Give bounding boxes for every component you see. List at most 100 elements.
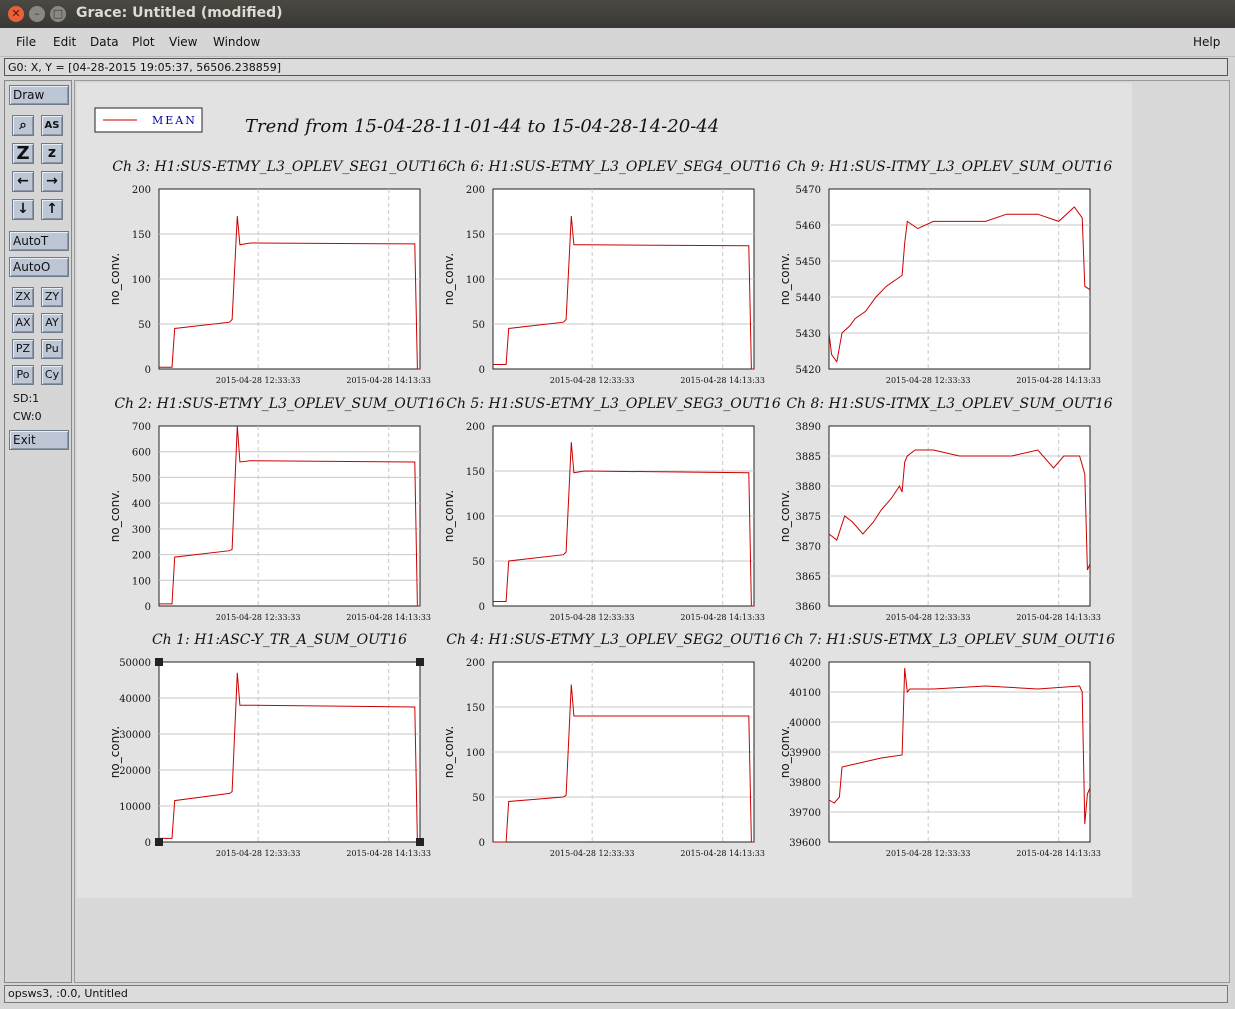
y-tick-label: 5430	[796, 329, 821, 340]
main-title: Trend from 15-04-28-11-01-44 to 15-04-28…	[245, 116, 719, 137]
close-icon: ✕	[11, 7, 21, 20]
y-tick-label: 3870	[796, 542, 821, 553]
chart-4[interactable]: Ch 2: H1:SUS-ETMY_L3_OPLEV_SUM_OUT16 0 100…	[108, 396, 445, 622]
x-tick-label: 2015-04-28 14:13:33	[346, 613, 431, 622]
exit-button[interactable]: Exit	[9, 430, 69, 450]
close-window-button[interactable]: ✕	[8, 6, 24, 22]
y-tick-label: 150	[132, 230, 151, 241]
y-tick-label: 39800	[789, 778, 821, 789]
menu-file[interactable]: File	[16, 35, 36, 49]
menu-help[interactable]: Help	[1193, 35, 1220, 49]
x-tick-label: 2015-04-28 14:13:33	[1016, 849, 1101, 858]
y-axis-label: no_conv.	[778, 253, 792, 305]
y-tick-label: 0	[479, 838, 485, 849]
y-tick-label: 5440	[796, 293, 821, 304]
autoo-button[interactable]: AutoO	[9, 257, 69, 277]
autot-button[interactable]: AutoT	[9, 231, 69, 251]
scroll-left-button[interactable]: ←	[12, 171, 34, 192]
y-axis-label: no_conv.	[442, 726, 456, 778]
menu-data[interactable]: Data	[90, 35, 119, 49]
chart-title: Ch 9: H1:SUS-ITMY_L3_OPLEV_SUM_OUT16	[787, 159, 1113, 175]
x-tick-label: 2015-04-28 14:13:33	[1016, 613, 1101, 622]
y-tick-label: 400	[132, 499, 151, 510]
x-tick-label: 2015-04-28 14:13:33	[1016, 376, 1101, 385]
y-tick-label: 50	[472, 793, 485, 804]
y-tick-label: 3860	[796, 602, 821, 613]
po-button[interactable]: Po	[12, 365, 34, 385]
chart-title: Ch 6: H1:SUS-ETMY_L3_OPLEV_SEG4_OUT16	[446, 159, 781, 175]
maximize-window-button[interactable]: □	[50, 6, 66, 22]
arrow-down-icon: ↓	[17, 201, 29, 217]
selection-handle[interactable]	[416, 838, 424, 846]
y-tick-label: 100	[466, 512, 485, 523]
y-tick-label: 3875	[796, 512, 821, 523]
y-tick-label: 40000	[119, 694, 151, 705]
y-tick-label: 200	[466, 658, 485, 669]
chart-title: Ch 4: H1:SUS-ETMY_L3_OPLEV_SEG2_OUT16	[446, 632, 781, 648]
zoom-in-button[interactable]: Z	[12, 143, 34, 164]
zoom-out-button[interactable]: z	[41, 143, 63, 164]
window-title: Grace: Untitled (modified)	[76, 5, 283, 21]
chart-title: Ch 8: H1:SUS-ITMX_L3_OPLEV_SUM_OUT16	[786, 396, 1112, 412]
menu-bar: File Edit Data Plot View Window Help	[0, 28, 1235, 57]
pz-button[interactable]: PZ	[12, 339, 34, 359]
menu-view[interactable]: View	[169, 35, 197, 49]
y-tick-label: 40200	[789, 658, 821, 669]
zy-button[interactable]: ZY	[41, 287, 63, 307]
y-tick-label: 0	[479, 365, 485, 376]
scroll-down-button[interactable]: ↓	[12, 199, 34, 220]
window-titlebar: ✕ – □ Grace: Untitled (modified)	[0, 0, 1235, 28]
x-tick-label: 2015-04-28 14:13:33	[346, 849, 431, 858]
chart-2[interactable]: Ch 6: H1:SUS-ETMY_L3_OPLEV_SEG4_OUT16 0 50…	[442, 159, 781, 385]
menu-plot[interactable]: Plot	[132, 35, 155, 49]
draw-button[interactable]: Draw	[9, 85, 69, 105]
pu-button[interactable]: Pu	[41, 339, 63, 359]
y-tick-label: 39700	[789, 808, 821, 819]
x-tick-label: 2015-04-28 12:33:33	[216, 376, 301, 385]
zoom-tool-button[interactable]: ⌕	[12, 115, 34, 136]
cy-button[interactable]: Cy	[41, 365, 63, 385]
chart-9[interactable]: Ch 7: H1:SUS-ETMX_L3_OPLEV_SUM_OUT16 3960…	[778, 632, 1115, 858]
menu-window[interactable]: Window	[213, 35, 260, 49]
menu-edit[interactable]: Edit	[53, 35, 76, 49]
x-tick-label: 2015-04-28 12:33:33	[550, 849, 635, 858]
chart-8[interactable]: Ch 4: H1:SUS-ETMY_L3_OPLEV_SEG2_OUT16 0 50…	[442, 632, 781, 858]
selection-handle[interactable]	[155, 658, 163, 666]
autoscale-tool-button[interactable]: AS	[41, 115, 63, 136]
y-tick-label: 100	[132, 576, 151, 587]
y-tick-label: 40000	[789, 718, 821, 729]
chart-title: Ch 3: H1:SUS-ETMY_L3_OPLEV_SEG1_OUT16	[112, 159, 447, 175]
legend: MEAN	[94, 107, 203, 133]
y-axis-label: no_conv.	[778, 490, 792, 542]
y-tick-label: 20000	[119, 766, 151, 777]
graph-canvas[interactable]: MEAN Trend from 15-04-28-11-01-44 to 15-…	[74, 80, 1230, 983]
arrow-up-icon: ↑	[46, 201, 58, 217]
chart-1[interactable]: Ch 3: H1:SUS-ETMY_L3_OPLEV_SEG1_OUT16 0 50…	[108, 159, 447, 385]
maximize-icon: □	[52, 7, 64, 20]
x-tick-label: 2015-04-28 12:33:33	[550, 376, 635, 385]
zoom-out-icon: z	[47, 145, 57, 161]
as-icon: AS	[44, 120, 60, 131]
y-tick-label: 100	[466, 748, 485, 759]
ay-button[interactable]: AY	[41, 313, 63, 333]
y-tick-label: 500	[132, 473, 151, 484]
y-tick-label: 3880	[796, 482, 821, 493]
selection-handle[interactable]	[416, 658, 424, 666]
y-tick-label: 100	[132, 275, 151, 286]
scroll-up-button[interactable]: ↑	[41, 199, 63, 220]
x-tick-label: 2015-04-28 12:33:33	[216, 849, 301, 858]
y-tick-label: 5460	[796, 221, 821, 232]
sd-label: SD:1	[13, 392, 40, 405]
y-tick-label: 40100	[789, 688, 821, 699]
y-tick-label: 10000	[119, 802, 151, 813]
ax-button[interactable]: AX	[12, 313, 34, 333]
zx-button[interactable]: ZX	[12, 287, 34, 307]
y-tick-label: 5470	[796, 185, 821, 196]
scroll-right-button[interactable]: →	[41, 171, 63, 192]
y-axis-label: no_conv.	[108, 253, 122, 305]
selection-handle[interactable]	[155, 838, 163, 846]
x-tick-label: 2015-04-28 14:13:33	[680, 849, 765, 858]
chart-title: Ch 2: H1:SUS-ETMY_L3_OPLEV_SUM_OUT16	[114, 396, 444, 412]
chart-5[interactable]: Ch 5: H1:SUS-ETMY_L3_OPLEV_SEG3_OUT16 0 50…	[442, 396, 781, 622]
minimize-window-button[interactable]: –	[29, 6, 45, 22]
